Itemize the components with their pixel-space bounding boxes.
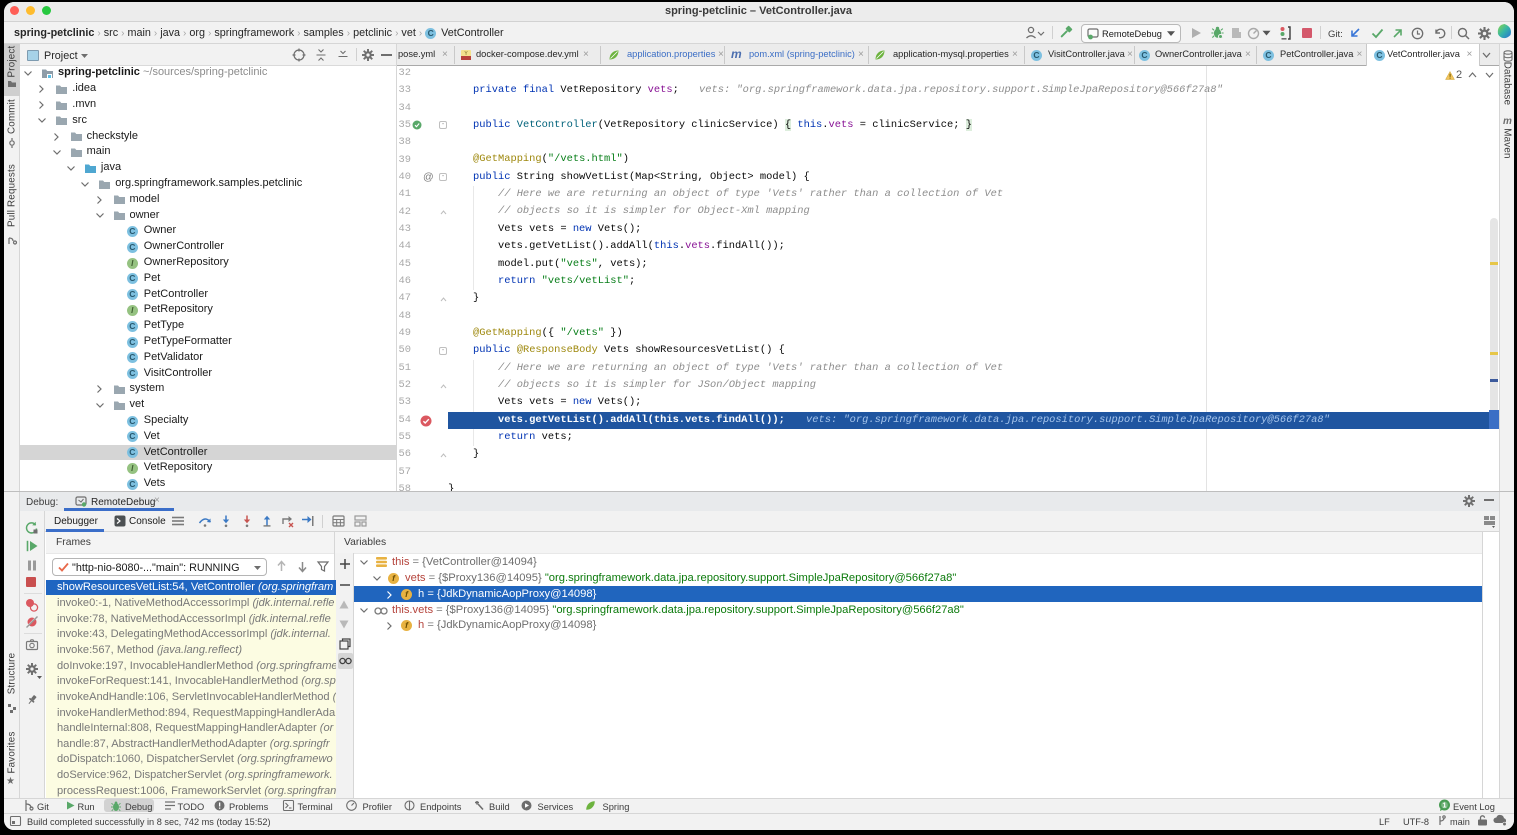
svg-text:1: 1 (1442, 801, 1446, 810)
